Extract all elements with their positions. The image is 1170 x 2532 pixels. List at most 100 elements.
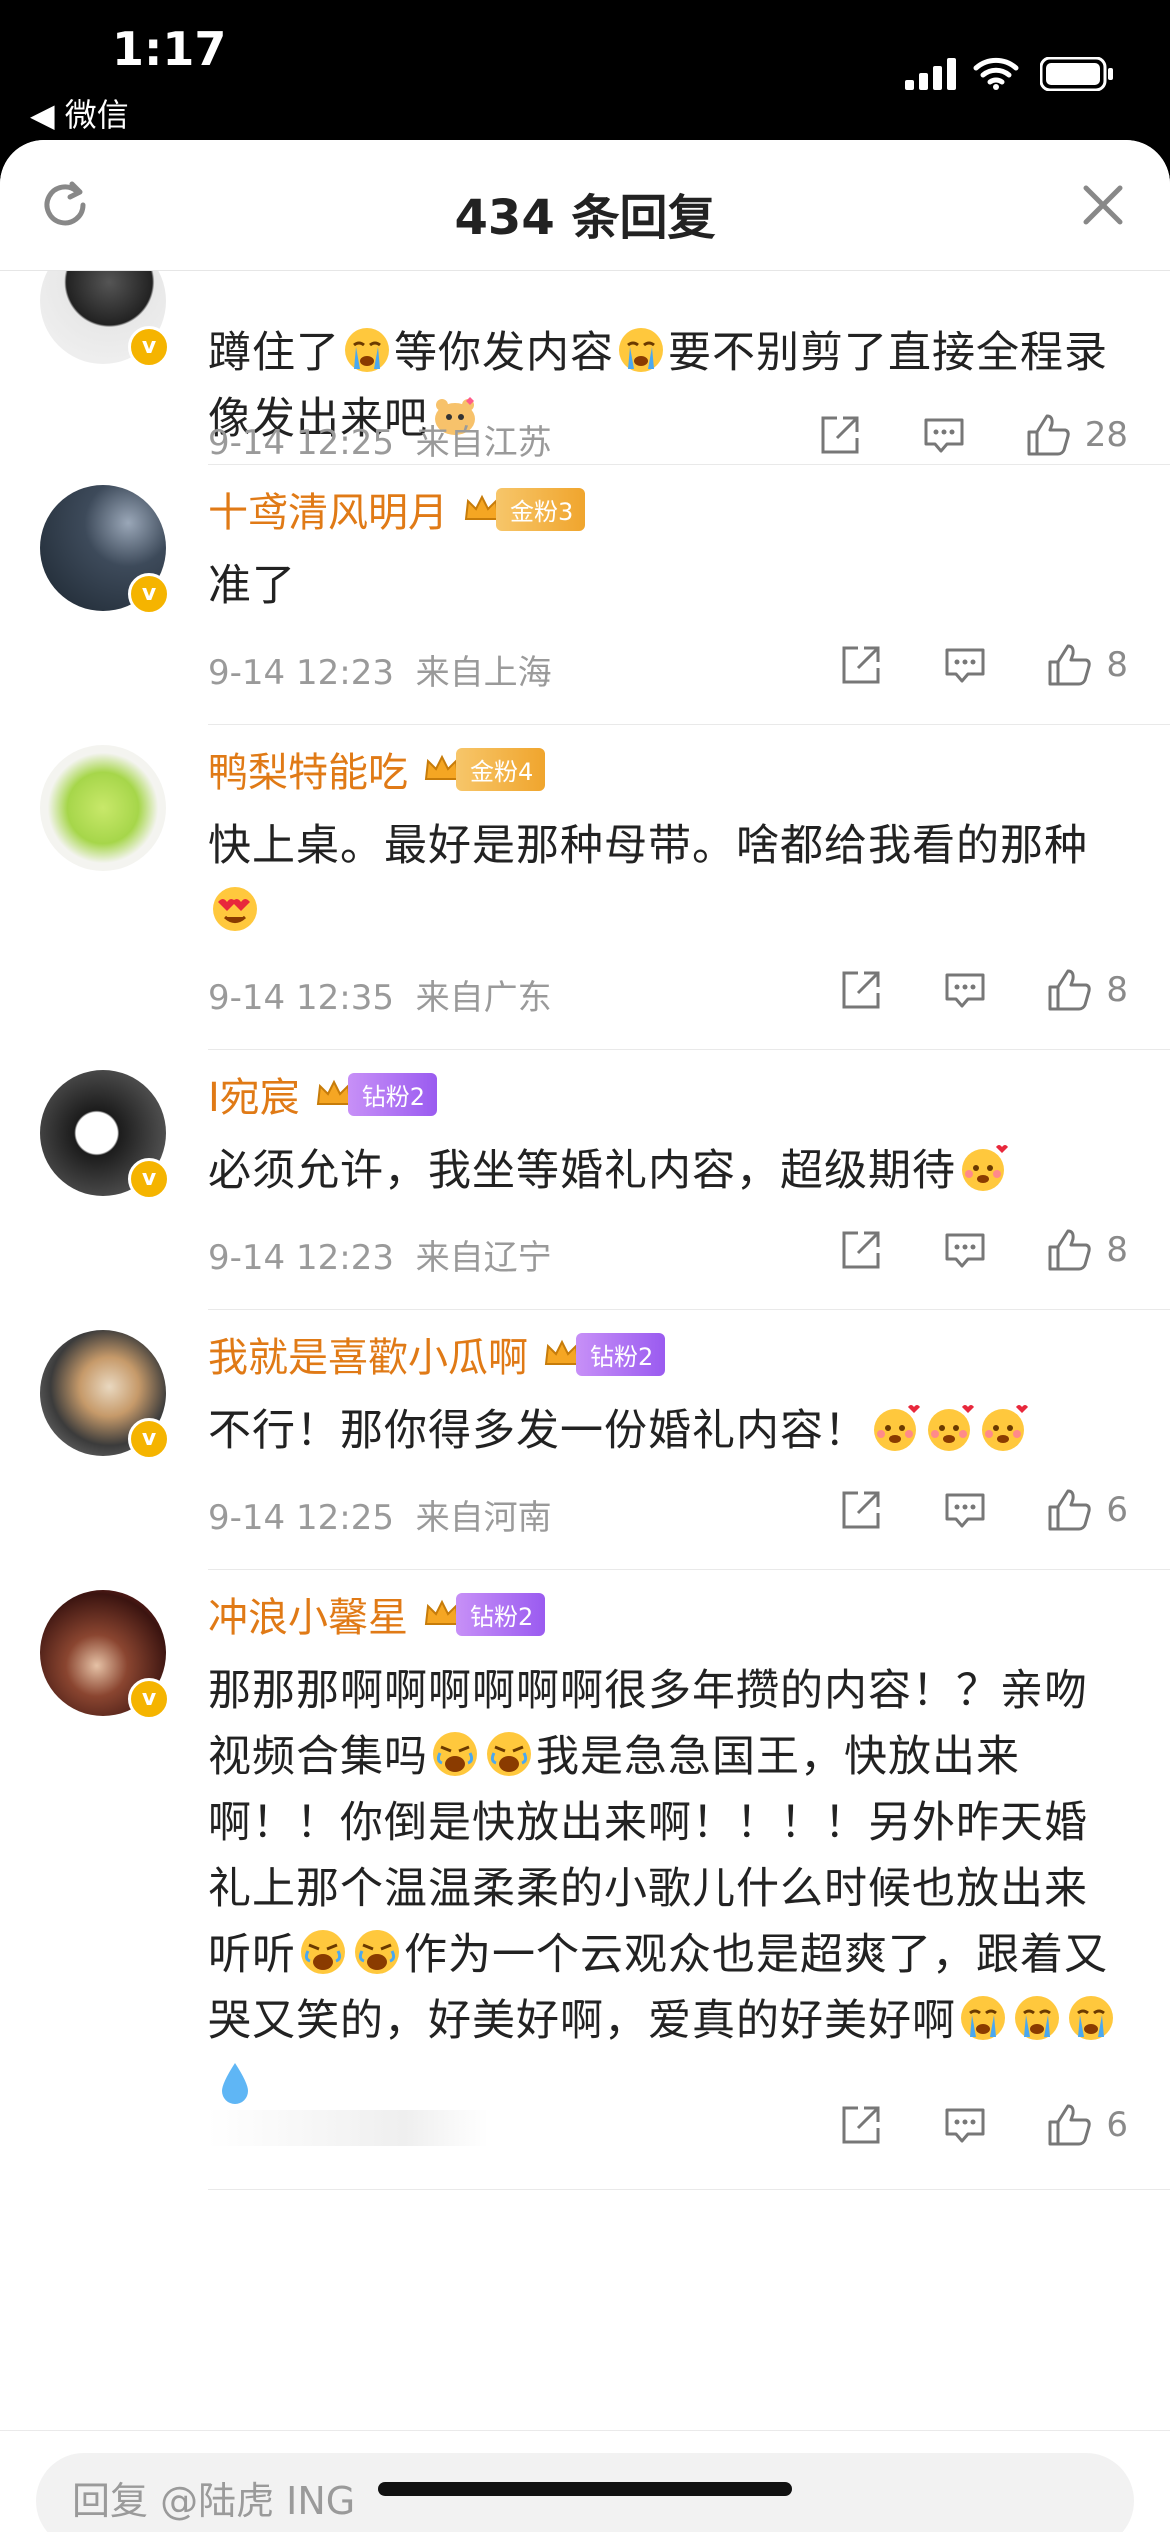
avatar[interactable]: v	[40, 1070, 170, 1200]
comment-author: 十鸢清风明月 金粉3	[208, 480, 586, 538]
share-icon[interactable]	[838, 1227, 884, 1273]
emoji-love-icon	[928, 1405, 974, 1451]
comment-author: 我就是喜歡小瓜啊 钻粉2	[208, 1325, 666, 1383]
avatar[interactable]: v	[40, 485, 170, 615]
page-title: 434 条回复	[454, 190, 716, 246]
wifi-icon	[973, 57, 1019, 90]
author-name[interactable]: I宛宸	[208, 1065, 300, 1123]
author-name[interactable]: 冲浪小馨星	[208, 1585, 408, 1643]
list-item: v 冲浪小馨星 钻粉2 那那那啊啊啊啊啊啊很多年攒的内容！？亲吻视频合集吗 我是急…	[0, 1570, 1170, 2190]
comment-text: 那那那啊啊啊啊啊啊很多年攒的内容！？亲吻视频合集吗 我是急急国王，快放出来啊！！你…	[208, 1658, 1128, 2120]
comment-meta: 9-14 12:23 来自辽宁	[208, 1230, 552, 1279]
like-count: 8	[1106, 645, 1128, 685]
avatar[interactable]	[40, 745, 166, 871]
fan-badge: 钻粉2	[422, 1592, 546, 1636]
comment-meta: 9-14 12:23 来自上海	[208, 645, 552, 694]
comment-author: 鸭梨特能吃 金粉4	[208, 740, 546, 798]
avatar[interactable]: v	[40, 1590, 170, 1720]
share-icon[interactable]	[838, 642, 884, 688]
back-to-wechat[interactable]: ◀ 微信	[30, 90, 129, 136]
verified-icon: v	[128, 573, 170, 615]
fan-label: 钻粉2	[347, 1072, 438, 1116]
comment-author: I宛宸 钻粉2	[208, 1065, 438, 1123]
avatar[interactable]: v	[40, 1330, 170, 1460]
like-count: 8	[1106, 1230, 1128, 1270]
signal-icon	[905, 58, 956, 90]
fan-badge: 钻粉2	[542, 1332, 666, 1376]
author-name[interactable]: 鸭梨特能吃	[208, 740, 408, 798]
comment-icon[interactable]	[921, 412, 967, 458]
share-icon[interactable]	[838, 2102, 884, 2148]
emoji-wail-icon	[355, 1930, 399, 1974]
comment-icon[interactable]	[942, 1487, 988, 1533]
comment-actions: 6	[780, 2100, 1128, 2150]
comment-time: 9-14 12:23	[208, 1238, 394, 1278]
like-icon[interactable]	[1025, 412, 1071, 458]
divider	[208, 2189, 1170, 2190]
fan-badge: 金粉3	[462, 487, 586, 531]
status-time: 1:17	[112, 22, 227, 76]
like-icon[interactable]	[1046, 642, 1092, 688]
comment-actions: 8	[780, 1225, 1128, 1275]
emoji-love-icon	[982, 1405, 1028, 1451]
emoji-droplet-icon	[222, 2063, 248, 2104]
share-icon[interactable]	[838, 1487, 884, 1533]
reply-list: v 蹲住了 等你发内容 要不别剪了直接全程录像发出来吧 9-14 12:25 来自江…	[0, 270, 1170, 2430]
like-count: 28	[1084, 415, 1128, 455]
comment-actions: 6	[780, 1485, 1128, 1535]
close-icon[interactable]	[1078, 180, 1128, 230]
comment-icon[interactable]	[942, 1227, 988, 1273]
fan-label: 钻粉2	[456, 1592, 546, 1636]
comment-text: 必须允许，我坐等婚礼内容，超级期待	[208, 1138, 1128, 1204]
comment-text: 准了	[208, 561, 296, 611]
comment-text: 快上桌。最好是那种母带。啥都给我看的那种	[208, 813, 1128, 945]
home-indicator[interactable]	[378, 2482, 792, 2496]
list-item: v 十鸢清风明月 金粉3 准了 9-14 12:23 来自上海 8	[0, 465, 1170, 725]
emoji-heart-eyes-icon	[213, 887, 257, 931]
like-count: 8	[1106, 970, 1128, 1010]
list-item: v 我就是喜歡小瓜啊 钻粉2 不行！那你得多发一份婚礼内容！ 9-14 12:2…	[0, 1310, 1170, 1570]
emoji-cry-icon	[961, 1996, 1005, 2040]
verified-icon: v	[128, 1418, 170, 1460]
comment-meta: 9-14 12:25 来自江苏	[208, 415, 552, 464]
emoji-wail-icon	[487, 1732, 531, 1776]
verified-icon: v	[128, 1158, 170, 1200]
like-icon[interactable]	[1046, 967, 1092, 1013]
replies-sheet: 434 条回复 v 蹲住了 等你发内容 要不别剪了直接全程录像发出来吧 9-14 1…	[0, 140, 1170, 2532]
like-icon[interactable]	[1046, 1487, 1092, 1533]
comment-location: 来自广东	[415, 978, 552, 1018]
comment-location: 来自辽宁	[415, 1238, 552, 1278]
like-count: 6	[1106, 2105, 1128, 2145]
comment-icon[interactable]	[942, 2102, 988, 2148]
comment-author: 冲浪小馨星 钻粉2	[208, 1585, 546, 1643]
list-item: 鸭梨特能吃 金粉4 快上桌。最好是那种母带。啥都给我看的那种 9-14 12:3…	[0, 725, 1170, 1050]
share-icon[interactable]	[817, 412, 863, 458]
emoji-cry-icon	[345, 328, 389, 372]
share-icon[interactable]	[838, 967, 884, 1013]
author-name[interactable]: 十鸢清风明月	[208, 480, 448, 538]
comment-time: 9-14 12:35	[208, 978, 394, 1018]
author-name[interactable]: 我就是喜歡小瓜啊	[208, 1325, 528, 1383]
comment-meta-blurred	[208, 2110, 488, 2146]
fan-badge: 钻粉2	[314, 1072, 438, 1116]
comment-meta: 9-14 12:35 来自广东	[208, 970, 552, 1019]
verified-icon: v	[128, 326, 170, 368]
emoji-cry-icon	[1069, 1996, 1113, 2040]
comment-icon[interactable]	[942, 642, 988, 688]
fan-label: 钻粉2	[576, 1332, 666, 1376]
comment-location: 来自河南	[415, 1498, 552, 1538]
like-count: 6	[1106, 1490, 1128, 1530]
like-icon[interactable]	[1046, 1227, 1092, 1273]
emoji-wail-icon	[301, 1930, 345, 1974]
comment-location: 来自上海	[415, 653, 552, 693]
like-icon[interactable]	[1046, 2102, 1092, 2148]
status-bar: 1:17 ◀ 微信	[0, 0, 1170, 140]
emoji-cry-icon	[619, 328, 663, 372]
comment-location: 来自江苏	[415, 423, 552, 463]
comment-icon[interactable]	[942, 967, 988, 1013]
sheet-header: 434 条回复	[0, 140, 1170, 271]
fan-label: 金粉3	[496, 487, 586, 531]
avatar[interactable]: v	[40, 270, 170, 368]
comment-time: 9-14 12:25	[208, 1498, 394, 1538]
comment-time: 9-14 12:25	[208, 423, 394, 463]
